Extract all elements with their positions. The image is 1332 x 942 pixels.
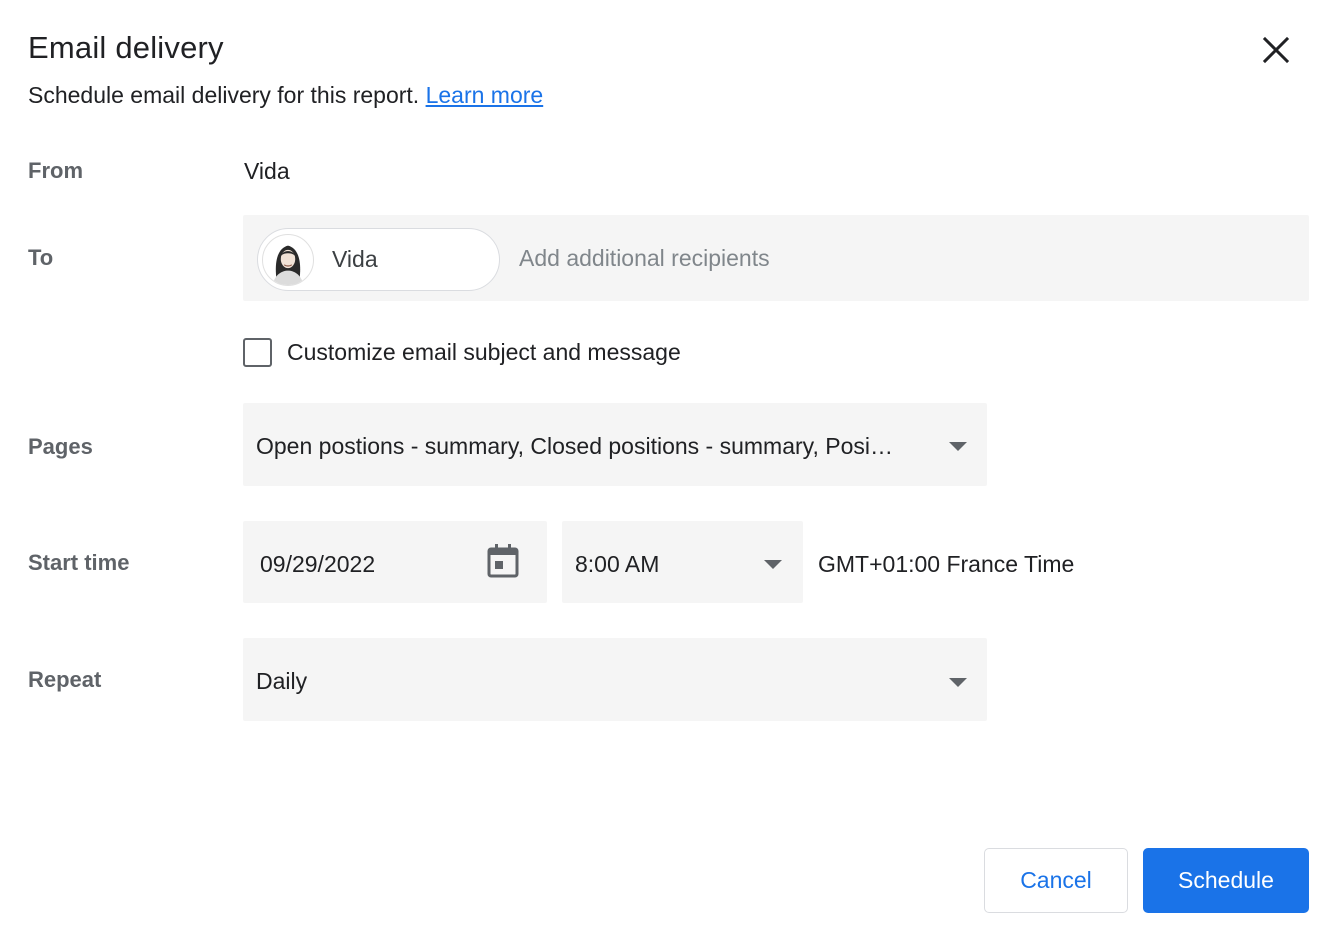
cancel-button[interactable]: Cancel (984, 848, 1128, 913)
pages-label: Pages (28, 434, 93, 459)
recipients-field[interactable]: Vida Add additional recipients (243, 215, 1309, 301)
repeat-select[interactable]: Daily (243, 638, 987, 721)
customize-checkbox[interactable] (243, 338, 272, 367)
start-date-field[interactable]: 09/29/2022 (243, 521, 547, 603)
from-label: From (28, 158, 83, 183)
customize-message-option[interactable]: Customize email subject and message (243, 338, 681, 367)
start-date-value: 09/29/2022 (260, 551, 376, 577)
recipient-chip[interactable]: Vida (257, 228, 500, 291)
to-label: To (28, 245, 54, 270)
schedule-button[interactable]: Schedule (1143, 848, 1309, 913)
customize-checkbox-label: Customize email subject and message (287, 339, 681, 365)
recipient-chip-name: Vida (332, 246, 378, 272)
pages-dropdown-caret-icon (949, 442, 967, 451)
avatar-portrait-icon (272, 245, 304, 285)
subtitle-text: Schedule email delivery for this report. (28, 82, 420, 108)
email-delivery-dialog: Email delivery Schedule email delivery f… (0, 0, 1332, 942)
timezone-text: GMT+01:00 France Time (818, 551, 1075, 577)
repeat-dropdown-caret-icon (949, 678, 967, 687)
from-value: Vida (244, 158, 290, 184)
calendar-icon[interactable] (487, 544, 519, 578)
time-dropdown-caret-icon (764, 560, 782, 569)
close-button[interactable] (1256, 30, 1296, 70)
avatar (262, 233, 314, 286)
dialog-title: Email delivery (28, 30, 224, 65)
pages-select-value: Open postions - summary, Closed position… (256, 433, 893, 459)
start-time-value: 8:00 AM (575, 551, 660, 577)
pages-select[interactable]: Open postions - summary, Closed position… (243, 403, 987, 486)
learn-more-link[interactable]: Learn more (426, 82, 544, 108)
start-time-select[interactable]: 8:00 AM (562, 521, 803, 603)
repeat-select-value: Daily (256, 668, 308, 694)
repeat-label: Repeat (28, 667, 102, 692)
start-time-label: Start time (28, 550, 130, 575)
recipients-placeholder[interactable]: Add additional recipients (519, 245, 770, 272)
close-icon (1262, 36, 1290, 64)
dialog-subtitle: Schedule email delivery for this report.… (28, 82, 543, 109)
